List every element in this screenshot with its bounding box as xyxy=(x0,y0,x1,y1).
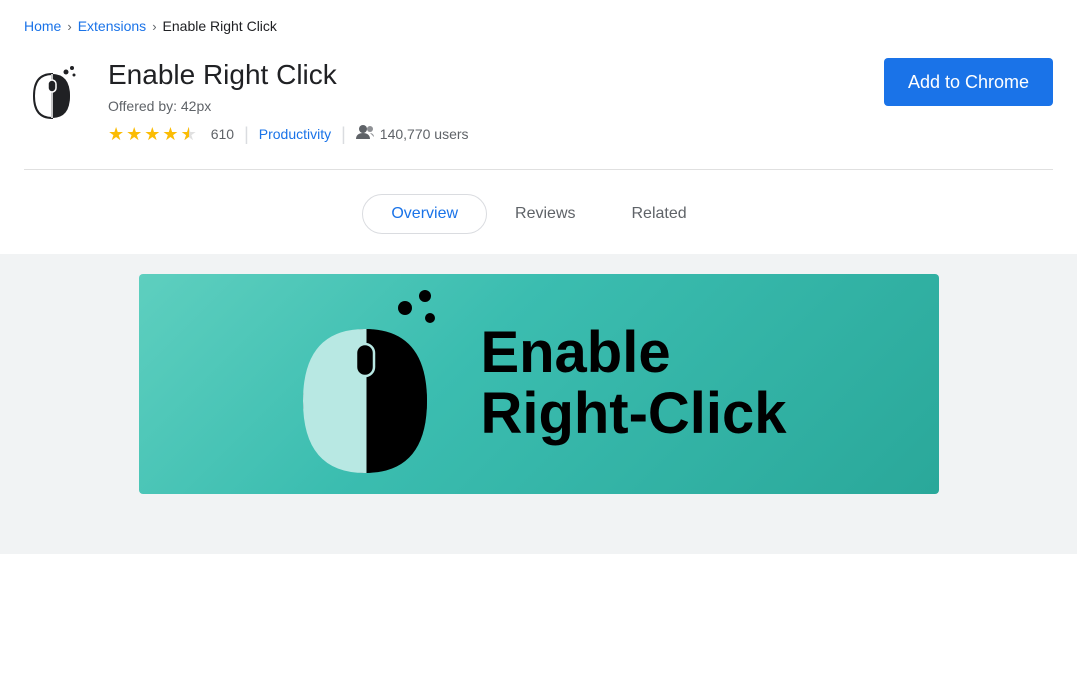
breadcrumb-extensions[interactable]: Extensions xyxy=(78,18,146,34)
extension-info: Enable Right Click Offered by: 42px ★ ★ … xyxy=(108,58,469,145)
extension-title: Enable Right Click xyxy=(108,58,469,92)
star-2: ★ xyxy=(126,124,142,145)
stars-display: ★ ★ ★ ★ ★ ★ xyxy=(108,124,197,145)
star-4: ★ xyxy=(162,124,178,145)
star-5-half: ★ ★ xyxy=(181,124,197,145)
breadcrumb-current: Enable Right Click xyxy=(163,18,277,34)
meta-row: ★ ★ ★ ★ ★ ★ 610 | Productivity | xyxy=(108,124,469,145)
breadcrumb-home[interactable]: Home xyxy=(24,18,61,34)
tab-related[interactable]: Related xyxy=(604,195,715,233)
banner-line2: Right-Click xyxy=(480,381,786,446)
banner-image: Enable Right-Click xyxy=(139,274,939,494)
add-to-chrome-button[interactable]: Add to Chrome xyxy=(884,58,1053,106)
extension-logo-icon xyxy=(24,58,88,122)
extension-icon xyxy=(24,58,88,122)
banner-line1: Enable xyxy=(480,320,670,385)
banner-section: Enable Right-Click xyxy=(0,254,1077,554)
banner-content: Enable Right-Click xyxy=(270,274,806,494)
breadcrumb-sep-2: › xyxy=(152,19,156,34)
extension-header: Enable Right Click Offered by: 42px ★ ★ … xyxy=(0,48,1077,169)
breadcrumb: Home › Extensions › Enable Right Click xyxy=(0,0,1077,48)
rating-count: 610 xyxy=(211,126,234,142)
category-link[interactable]: Productivity xyxy=(259,126,331,142)
offered-by: Offered by: 42px xyxy=(108,98,469,114)
header-left: Enable Right Click Offered by: 42px ★ ★ … xyxy=(24,58,469,145)
users-icon xyxy=(356,124,374,145)
tab-overview[interactable]: Overview xyxy=(362,194,487,234)
tab-reviews[interactable]: Reviews xyxy=(487,195,603,233)
banner-mouse-icon xyxy=(290,286,450,481)
meta-divider-2: | xyxy=(341,124,346,145)
meta-divider-1: | xyxy=(244,124,249,145)
tabs-section: Overview Reviews Related xyxy=(0,170,1077,254)
star-3: ★ xyxy=(144,124,160,145)
users-count: 140,770 users xyxy=(380,126,469,142)
banner-title: Enable Right-Click xyxy=(480,323,786,445)
users-info: 140,770 users xyxy=(356,124,469,145)
breadcrumb-sep-1: › xyxy=(67,19,71,34)
star-1: ★ xyxy=(108,124,124,145)
